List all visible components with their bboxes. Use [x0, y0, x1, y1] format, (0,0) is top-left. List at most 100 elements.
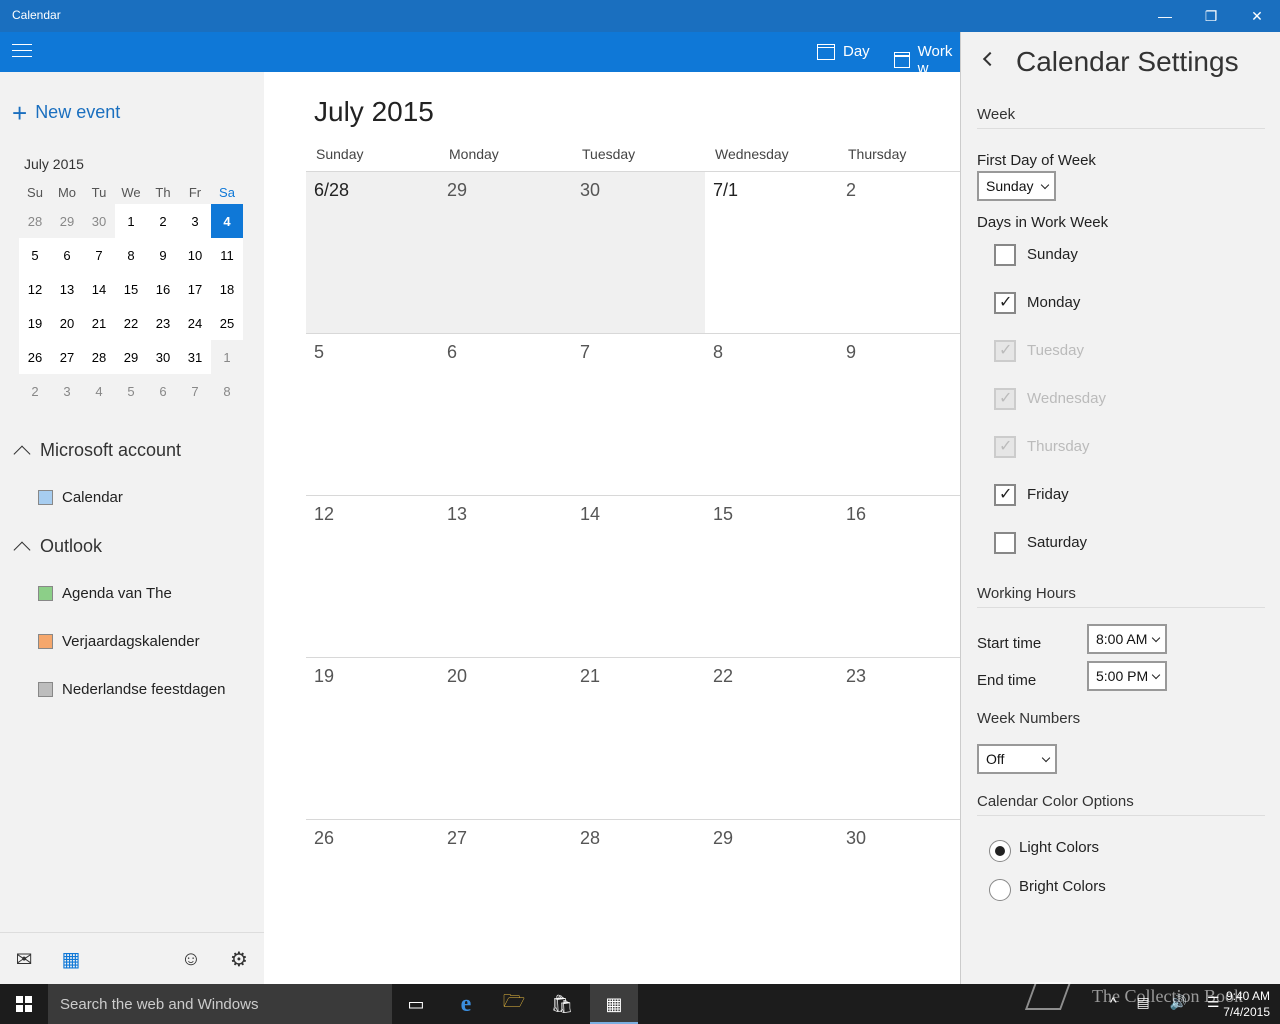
mini-calendar-day[interactable]: 6: [147, 374, 179, 408]
mini-calendar-day[interactable]: 2: [147, 204, 179, 238]
mini-calendar-day[interactable]: 14: [83, 272, 115, 306]
day-cell[interactable]: 28: [572, 820, 705, 982]
day-cell[interactable]: 14: [572, 496, 705, 658]
mini-calendar-day[interactable]: 21: [83, 306, 115, 340]
day-cell[interactable]: 7/1: [705, 172, 838, 334]
mini-calendar-day[interactable]: 24: [179, 306, 211, 340]
mini-calendar-day[interactable]: 27: [51, 340, 83, 374]
day-cell[interactable]: 2: [838, 172, 960, 334]
day-cell[interactable]: 6/28: [306, 172, 439, 334]
mini-calendar-day[interactable]: 19: [19, 306, 51, 340]
mini-calendar-title[interactable]: July 2015: [24, 156, 84, 172]
search-box[interactable]: Search the web and Windows: [48, 984, 392, 1024]
mini-calendar-day[interactable]: 30: [83, 204, 115, 238]
account-outlook[interactable]: Outlook: [12, 536, 102, 558]
mini-calendar-day[interactable]: 29: [115, 340, 147, 374]
day-cell[interactable]: 26: [306, 820, 439, 982]
day-cell[interactable]: 9: [838, 334, 960, 496]
day-cell[interactable]: 22: [705, 658, 838, 820]
workday-checkbox[interactable]: [994, 532, 1016, 554]
day-cell[interactable]: 27: [439, 820, 572, 982]
day-cell[interactable]: 6: [439, 334, 572, 496]
mini-calendar-day[interactable]: 8: [115, 238, 147, 272]
day-cell[interactable]: 21: [572, 658, 705, 820]
calendar-icon[interactable]: ▦: [58, 947, 84, 971]
file-explorer-icon[interactable]: 🗁: [500, 990, 528, 1018]
account-microsoft[interactable]: Microsoft account: [12, 440, 181, 462]
mini-calendar-day[interactable]: 17: [179, 272, 211, 306]
end-time-select[interactable]: 5:00 PM: [1087, 661, 1167, 691]
mini-calendar-day[interactable]: 29: [51, 204, 83, 238]
task-view-icon[interactable]: ▭: [402, 990, 430, 1018]
restore-button[interactable]: ❐: [1188, 0, 1234, 32]
workday-checkbox[interactable]: [994, 292, 1016, 314]
day-view-button[interactable]: Day: [817, 43, 870, 60]
day-cell[interactable]: 20: [439, 658, 572, 820]
day-cell[interactable]: 15: [705, 496, 838, 658]
day-cell[interactable]: 5: [306, 334, 439, 496]
mini-calendar-day[interactable]: 2: [19, 374, 51, 408]
mini-calendar-today[interactable]: 4: [211, 204, 243, 238]
mini-calendar-day[interactable]: 16: [147, 272, 179, 306]
mini-calendar-day[interactable]: 9: [147, 238, 179, 272]
mini-calendar-day[interactable]: 28: [19, 204, 51, 238]
day-cell[interactable]: 30: [572, 172, 705, 334]
mini-calendar-day[interactable]: 7: [179, 374, 211, 408]
calendar-taskbar-button[interactable]: ▦: [590, 984, 638, 1024]
mini-calendar-day[interactable]: 1: [211, 340, 243, 374]
day-cell[interactable]: 8: [705, 334, 838, 496]
start-button[interactable]: [0, 984, 48, 1024]
week-numbers-select[interactable]: Off: [977, 744, 1057, 774]
bright-colors-radio[interactable]: [989, 879, 1011, 901]
calendar-item[interactable]: Calendar: [38, 489, 123, 506]
first-day-select[interactable]: Sunday: [977, 171, 1056, 201]
mini-calendar-day[interactable]: 7: [83, 238, 115, 272]
day-cell[interactable]: 7: [572, 334, 705, 496]
feedback-smiley-icon[interactable]: ☺: [178, 947, 204, 971]
day-cell[interactable]: 13: [439, 496, 572, 658]
mini-calendar-day[interactable]: 3: [179, 204, 211, 238]
mini-calendar-day[interactable]: 10: [179, 238, 211, 272]
day-cell[interactable]: 29: [439, 172, 572, 334]
mini-calendar-day[interactable]: 8: [211, 374, 243, 408]
mini-calendar-day[interactable]: 12: [19, 272, 51, 306]
mail-icon[interactable]: ✉: [11, 947, 37, 971]
calendar-item[interactable]: Verjaardagskalender: [38, 633, 200, 650]
mini-calendar-day[interactable]: 5: [19, 238, 51, 272]
hamburger-menu-icon[interactable]: [12, 44, 32, 60]
mini-calendar-day[interactable]: 4: [83, 374, 115, 408]
workday-checkbox[interactable]: [994, 244, 1016, 266]
minimize-button[interactable]: —: [1142, 0, 1188, 32]
mini-calendar-day[interactable]: 3: [51, 374, 83, 408]
mini-calendar-day[interactable]: 15: [115, 272, 147, 306]
new-event-button[interactable]: + New event: [12, 100, 120, 126]
mini-calendar-day[interactable]: 28: [83, 340, 115, 374]
edge-browser-icon[interactable]: e: [452, 990, 480, 1018]
mini-calendar-day[interactable]: 22: [115, 306, 147, 340]
mini-calendar-day[interactable]: 25: [211, 306, 243, 340]
mini-calendar-day[interactable]: 23: [147, 306, 179, 340]
mini-calendar-day[interactable]: 1: [115, 204, 147, 238]
mini-calendar-day[interactable]: 18: [211, 272, 243, 306]
mini-calendar-day[interactable]: 13: [51, 272, 83, 306]
workday-checkbox[interactable]: [994, 484, 1016, 506]
light-colors-radio[interactable]: [989, 840, 1011, 862]
day-cell[interactable]: 19: [306, 658, 439, 820]
mini-calendar-day[interactable]: 30: [147, 340, 179, 374]
mini-calendar-day[interactable]: 11: [211, 238, 243, 272]
start-time-select[interactable]: 8:00 AM: [1087, 624, 1167, 654]
calendar-item[interactable]: Agenda van The: [38, 585, 172, 602]
close-button[interactable]: ✕: [1234, 0, 1280, 32]
day-cell[interactable]: 12: [306, 496, 439, 658]
mini-calendar-day[interactable]: 20: [51, 306, 83, 340]
mini-calendar-day[interactable]: 26: [19, 340, 51, 374]
day-cell[interactable]: 30: [838, 820, 960, 982]
day-cell[interactable]: 16: [838, 496, 960, 658]
mini-calendar-day[interactable]: 5: [115, 374, 147, 408]
calendar-item[interactable]: Nederlandse feestdagen: [38, 681, 225, 698]
settings-gear-icon[interactable]: ⚙: [226, 947, 252, 971]
day-cell[interactable]: 29: [705, 820, 838, 982]
mini-calendar-day[interactable]: 6: [51, 238, 83, 272]
store-icon[interactable]: 🛍: [548, 990, 576, 1018]
back-arrow-icon[interactable]: [982, 51, 998, 67]
